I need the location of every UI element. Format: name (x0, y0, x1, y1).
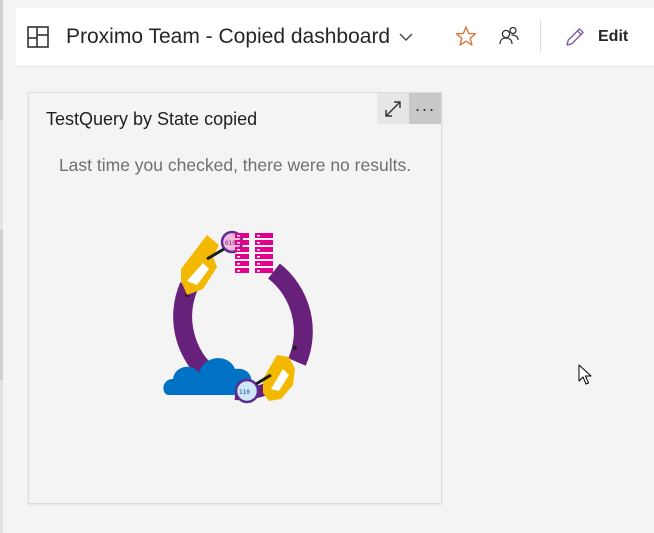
mouse-pointer-icon (578, 364, 592, 385)
chevron-down-icon[interactable] (398, 29, 414, 45)
dashboard-header: Proximo Team - Copied dashboard Edit (16, 8, 654, 67)
edit-button[interactable]: Edit (564, 24, 628, 50)
header-divider (540, 20, 541, 52)
query-widget: TestQuery by State copied ··· Last time … (28, 92, 442, 504)
empty-results-message: Last time you checked, there were no res… (58, 155, 412, 175)
edit-label: Edit (598, 28, 629, 45)
dashboard-title[interactable]: Proximo Team - Copied dashboard (66, 23, 390, 51)
svg-text:010: 010 (225, 240, 236, 247)
star-icon[interactable] (455, 25, 477, 47)
dashboard-selector[interactable]: Proximo Team - Copied dashboard (26, 23, 414, 51)
left-pane-edge (0, 0, 3, 533)
dashboard-grid-icon (27, 26, 49, 48)
team-members-icon[interactable] (498, 25, 520, 47)
more-actions-icon: ··· (414, 98, 436, 119)
svg-text:110: 110 (239, 389, 250, 396)
empty-state-illustration: 010 110 (163, 230, 313, 404)
expand-icon (385, 100, 401, 117)
pencil-icon (566, 28, 584, 46)
widget-title[interactable]: TestQuery by State copied (46, 109, 257, 130)
expand-button[interactable] (377, 93, 409, 124)
more-actions-button[interactable]: ··· (409, 93, 441, 124)
